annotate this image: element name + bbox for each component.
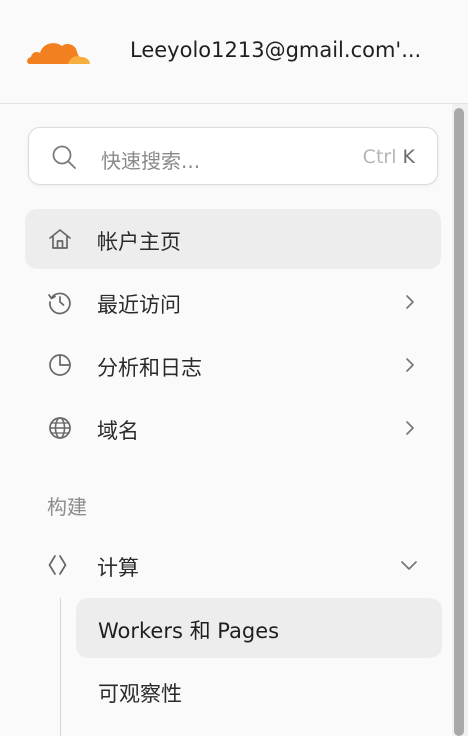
chevron-down-icon	[401, 561, 417, 570]
sub-item-observability[interactable]: 可观察性	[76, 661, 442, 721]
section-label-build: 构建	[47, 495, 87, 519]
home-icon	[49, 229, 71, 249]
code-brackets-icon	[48, 555, 67, 575]
account-name[interactable]: Leeyolo1213@gmail.com'...	[130, 38, 421, 62]
header: Leeyolo1213@gmail.com'...	[0, 0, 468, 104]
scrollbar-thumb[interactable]	[454, 108, 464, 736]
nav-label: 计算	[97, 556, 139, 580]
nav-label: 帐户主页	[97, 230, 181, 254]
sub-item-label: 可观察性	[98, 682, 182, 706]
chevron-right-icon	[406, 295, 414, 309]
nav-item-domains[interactable]: 域名	[25, 398, 441, 458]
nav-label: 分析和日志	[97, 356, 202, 380]
nav-item-account-home[interactable]: 帐户主页	[25, 209, 441, 269]
search-input[interactable]: 快速搜索... Ctrl K	[28, 127, 438, 185]
shortcut-ctrl: Ctrl	[362, 146, 397, 168]
cloudflare-logo[interactable]	[24, 34, 92, 68]
nav-item-analytics-logs[interactable]: 分析和日志	[25, 335, 441, 395]
globe-icon	[49, 417, 71, 439]
chevron-right-icon	[406, 358, 414, 372]
nav-label: 最近访问	[97, 293, 181, 317]
nav-item-compute[interactable]: 计算	[25, 535, 441, 595]
submenu-guide-line	[60, 598, 61, 736]
sub-item-workers-pages[interactable]: Workers 和 Pages	[76, 598, 442, 658]
search-placeholder: 快速搜索...	[101, 149, 201, 173]
search-icon	[52, 145, 76, 169]
sub-item-label: Workers 和 Pages	[98, 619, 280, 643]
history-icon	[48, 292, 71, 315]
shortcut-key: K	[402, 146, 415, 168]
keyboard-shortcut: Ctrl K	[363, 146, 415, 168]
chevron-right-icon	[406, 421, 414, 435]
nav-label: 域名	[97, 419, 139, 443]
nav-item-recent[interactable]: 最近访问	[25, 272, 441, 332]
pie-chart-icon	[49, 354, 71, 376]
